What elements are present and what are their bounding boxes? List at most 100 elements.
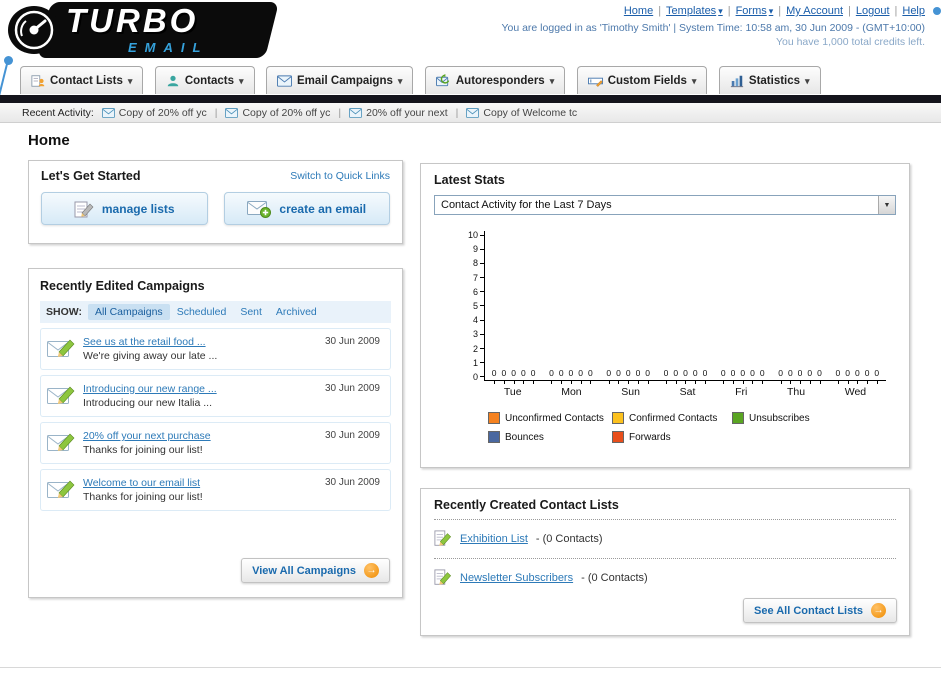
contact-list-link[interactable]: Newsletter Subscribers [460,572,573,584]
legend-label: Unconfirmed Contacts [505,412,604,424]
nav-tab-contacts[interactable]: Contacts [154,66,255,94]
latest-stats-title: Latest Stats [434,173,505,187]
link-home[interactable]: Home [624,5,653,17]
chart-category-label: Tue [503,386,522,398]
link-logout[interactable]: Logout [856,5,890,17]
page-title: Home [28,132,70,149]
campaign-title-link[interactable]: 20% off your next purchase [83,430,211,442]
list-pencil-icon [434,569,452,585]
chart-ytick-label: 9 [473,245,484,254]
arrow-right-icon [364,563,379,578]
chart-value-label: 0 [864,368,870,384]
chart-value-label: 0 [720,368,726,384]
contact-list-count: - (0 Contacts) [535,533,603,545]
nav-tab-label: Email Campaigns [297,74,393,87]
main-navigation: Contact Lists Contacts Email Campaigns A… [0,66,941,95]
campaign-title-link[interactable]: Welcome to our email list [83,477,203,489]
link-separator [895,5,898,17]
chart-value-label: 0 [673,368,679,384]
recent-campaigns-title: Recently Edited Campaigns [40,279,205,293]
chart-value-label: 0 [759,368,765,384]
nav-tab-statistics[interactable]: Statistics [718,66,821,94]
chart-value-label: 0 [797,368,803,384]
logo-title: TURBO [66,2,199,39]
campaign-subtitle: Thanks for joining our list! [83,444,203,456]
campaign-row: 20% off your next purchase Thanks for jo… [40,422,391,464]
link-help[interactable]: Help [902,5,925,17]
recent-activity-item-label: Copy of 20% off yc [242,106,331,119]
campaign-row: Welcome to our email list Thanks for joi… [40,469,391,511]
chart-value-label: 0 [683,368,688,384]
nav-tab-label: Statistics [748,74,801,87]
chart-ytick-label: 8 [473,259,484,268]
recent-activity-item[interactable]: Copy of 20% off yc [101,107,207,119]
recent-contact-lists-title: Recently Created Contact Lists [434,498,619,512]
create-email-button[interactable]: create an email [223,192,390,225]
campaign-envelope-pencil-icon [47,339,75,357]
link-separator [778,5,781,17]
recent-activity-bar: Recent Activity: Copy of 20% off yc Copy… [0,103,941,123]
nav-tab-contact-lists[interactable]: Contact Lists [20,66,144,94]
nav-tab-custom-fields[interactable]: Custom Fields [576,66,708,94]
nav-tab-email-campaigns[interactable]: Email Campaigns [266,66,414,94]
link-templates[interactable]: Templates [666,5,723,17]
view-all-campaigns-button[interactable]: View All Campaigns [241,558,390,583]
chart-category-label: Sat [679,386,696,398]
turbo-email-logo[interactable]: TURBO EMAIL [8,2,279,58]
custom-field-icon [587,77,603,87]
chart-value-label: 0 [817,368,822,384]
chart-value-label: 0 [616,368,621,384]
filter-scheduled[interactable]: Scheduled [170,304,234,320]
chevron-down-icon [769,5,774,17]
campaign-envelope-pencil-icon [47,386,75,404]
chart-ytick-label: 1 [473,358,484,367]
see-all-contact-lists-button[interactable]: See All Contact Lists [742,598,897,623]
recent-activity-item-label: Copy of Welcome tc [483,106,578,119]
chart-ytick-label: 10 [468,231,484,240]
chart-value-group: 00000 [606,368,651,384]
view-all-campaigns-label: View All Campaigns [252,564,356,577]
chart-value-label: 0 [606,368,612,384]
chart-value-label: 0 [663,368,669,384]
chart-value-label: 0 [588,368,593,384]
chart-plot-area: 00000000000000000000000000000000000 [484,231,886,384]
chart-value-label: 0 [558,368,564,384]
nav-tab-autoresponders[interactable]: Autoresponders [424,66,566,94]
arrow-right-icon [871,603,886,618]
recent-activity-item[interactable]: 20% off your next [349,107,448,119]
switch-quick-links-link[interactable]: Switch to Quick Links [290,170,390,182]
campaign-subtitle: We're giving away our late ... [83,350,218,362]
footer-divider [0,667,941,668]
item-separator [215,107,218,119]
link-separator [848,5,851,17]
campaign-title-link[interactable]: Introducing our new range ... [83,383,217,395]
dotted-divider [434,519,896,520]
app-page: TURBO EMAIL Home Templates Forms My Acco… [0,0,941,683]
chart-value-label: 0 [549,368,554,384]
recent-activity-item[interactable]: Copy of Welcome tc [466,107,577,119]
filter-sent[interactable]: Sent [233,304,269,320]
stats-period-dropdown[interactable]: Contact Activity for the Last 7 Days [434,195,896,215]
nav-tab-label: Autoresponders [455,74,545,87]
chart-value-label: 0 [645,368,651,384]
chart-value-group: 00000 [835,368,879,384]
contact-list-link[interactable]: Exhibition List [460,533,528,545]
chart-value-label: 0 [750,368,755,384]
link-forms[interactable]: Forms [736,5,774,17]
chart-value-label: 0 [845,368,850,384]
recent-activity-item[interactable]: Copy of 20% off yc [225,107,330,119]
chart-value-label: 0 [835,368,841,384]
manage-lists-button[interactable]: manage lists [41,192,208,225]
link-my-account[interactable]: My Account [786,5,843,17]
get-started-title: Let's Get Started [41,169,141,183]
recent-contact-lists-panel: Recently Created Contact Lists Exhibitio… [420,488,910,636]
campaign-date: 30 Jun 2009 [324,336,380,347]
filter-all-campaigns[interactable]: All Campaigns [87,304,170,320]
campaign-row: Introducing our new range ... Introducin… [40,375,391,417]
campaign-title-link[interactable]: See us at the retail food ... [83,336,217,348]
corner-dot-decoration [933,7,941,15]
pencil-paper-icon [74,201,94,217]
see-all-contact-lists-label: See All Contact Lists [753,604,863,617]
filter-archived[interactable]: Archived [269,304,324,320]
chart-ytick-label: 0 [473,372,484,381]
